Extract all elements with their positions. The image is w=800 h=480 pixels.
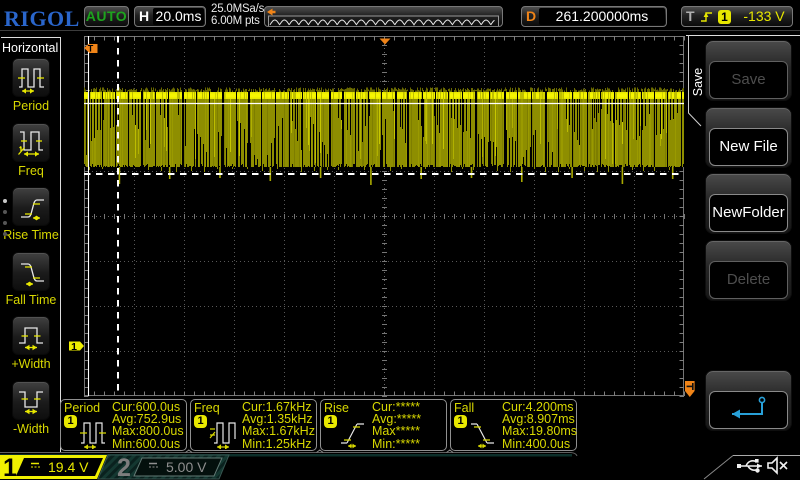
- svg-text:1: 1: [71, 341, 77, 353]
- svg-text:1: 1: [3, 454, 17, 480]
- svg-text:19.4 V: 19.4 V: [48, 459, 89, 475]
- svg-text:5.00 V: 5.00 V: [166, 459, 207, 475]
- svg-text:T: T: [88, 44, 94, 54]
- svg-text:2: 2: [117, 454, 131, 480]
